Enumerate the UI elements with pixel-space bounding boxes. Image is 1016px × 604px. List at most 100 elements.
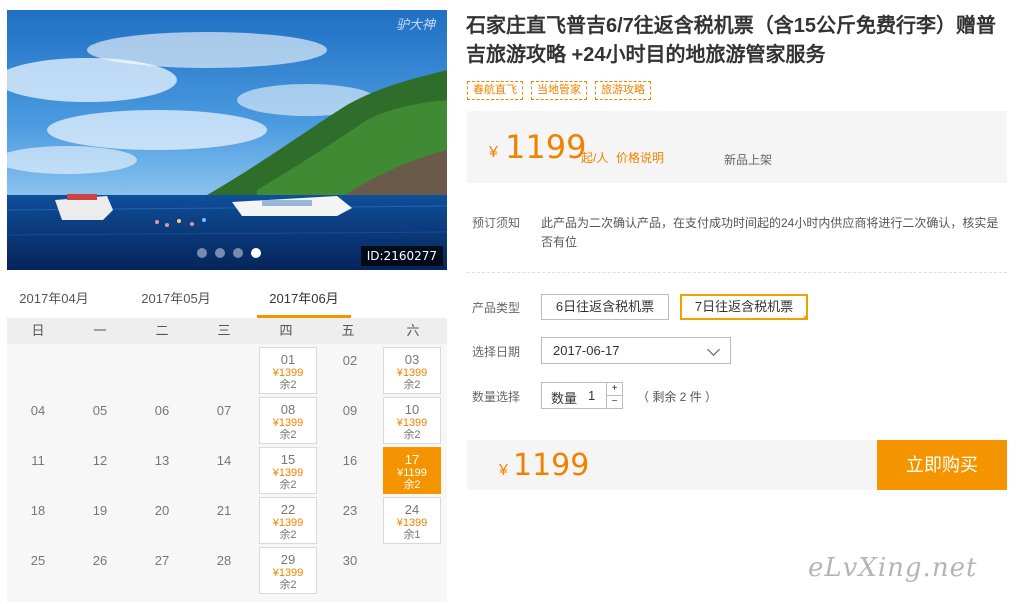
day-number: 01 <box>280 352 296 367</box>
day-number: 13 <box>154 453 170 468</box>
day-number: 27 <box>154 553 170 568</box>
day-number: 21 <box>216 503 232 518</box>
calendar-day-available[interactable]: 15 ¥1399 余2 <box>259 447 317 494</box>
calendar-day-available[interactable]: 01 ¥1399 余2 <box>259 347 317 394</box>
quantity-increase-button[interactable]: + <box>606 383 622 396</box>
day-remaining: 余2 <box>279 379 297 391</box>
calendar-day: 14 <box>195 447 253 494</box>
weekday-sun: 日 <box>31 323 45 338</box>
calendar-day: 12 <box>71 447 129 494</box>
day-remaining: 余2 <box>279 529 297 541</box>
new-product-badge: 新品上架 <box>724 153 773 167</box>
month-tab-april[interactable]: 2017年04月 <box>7 284 101 318</box>
price-unit: 起/人 <box>581 151 609 165</box>
price-currency: ¥ <box>489 144 498 161</box>
product-id-badge: ID:2160277 <box>360 246 443 266</box>
calendar-day: 09 <box>321 397 379 444</box>
checkout-bar: ¥ 1199 <box>467 440 877 490</box>
carousel-dot[interactable] <box>233 248 243 258</box>
day-number: 09 <box>342 403 358 418</box>
weekday-tue: 二 <box>155 323 169 338</box>
calendar-day: 04 <box>9 397 67 444</box>
day-number: 10 <box>404 402 420 417</box>
calendar-day: 25 <box>9 547 67 594</box>
calendar-day: 13 <box>133 447 191 494</box>
month-tab-may[interactable]: 2017年05月 <box>129 284 223 318</box>
date-select[interactable]: 2017-06-17 <box>541 337 731 364</box>
calendar-day-available[interactable]: 22 ¥1399 余2 <box>259 497 317 544</box>
day-price: ¥1399 <box>272 417 304 429</box>
day-price: ¥1399 <box>272 567 304 579</box>
calendar-day: 06 <box>133 397 191 444</box>
section-divider <box>467 272 1007 273</box>
product-type-6day-option[interactable]: 6日往返含税机票 <box>541 294 669 320</box>
price-box: ¥ 1199 起/人 价格说明 新品上架 <box>467 111 1007 183</box>
remaining-stock: （ 剩余 2 件 ） <box>637 390 718 404</box>
carousel-dots <box>197 248 261 258</box>
month-tab-june[interactable]: 2017年06月 <box>257 284 351 318</box>
day-remaining: 余2 <box>279 429 297 441</box>
day-number: 12 <box>92 453 108 468</box>
calendar-day-available[interactable]: 10 ¥1399 余2 <box>383 397 441 444</box>
day-price: ¥1399 <box>396 417 428 429</box>
carousel-dot-active[interactable] <box>251 248 261 258</box>
calendar-day-available[interactable]: 29 ¥1399 余2 <box>259 547 317 594</box>
day-price: ¥1399 <box>272 467 304 479</box>
calendar-day-selected[interactable]: 17 ¥1199 余2 <box>383 447 441 494</box>
calendar-day-available[interactable]: 08 ¥1399 余2 <box>259 397 317 444</box>
calendar-day: 23 <box>321 497 379 544</box>
weekday-sat: 六 <box>406 323 420 338</box>
tag-direct-flight: 春航直飞 <box>467 81 523 100</box>
product-tags: 春航直飞 当地管家 旅游攻略 <box>467 81 651 100</box>
price-amount: 1199 <box>505 128 587 166</box>
calendar-day-available[interactable]: 03 ¥1399 余2 <box>383 347 441 394</box>
day-number: 06 <box>154 403 170 418</box>
day-price: ¥1399 <box>396 367 428 379</box>
buy-now-button[interactable]: 立即购买 <box>877 440 1007 490</box>
quantity-stepper: 数量 1 + − <box>541 382 623 409</box>
day-number: 19 <box>92 503 108 518</box>
month-tabs: 2017年04月 2017年05月 2017年06月 <box>7 284 447 318</box>
calendar-day: 20 <box>133 497 191 544</box>
calendar-day-available[interactable]: 24 ¥1399 余1 <box>383 497 441 544</box>
quantity-decrease-button[interactable]: − <box>606 396 622 409</box>
day-number: 30 <box>342 553 358 568</box>
hero-photo <box>7 10 447 270</box>
product-hero-image[interactable]: 驴大神 ID:2160277 <box>7 10 447 270</box>
calendar-day: 18 <box>9 497 67 544</box>
calendar-day: 07 <box>195 397 253 444</box>
day-number: 07 <box>216 403 232 418</box>
weekday-thu: 四 <box>279 323 293 338</box>
day-number: 02 <box>342 353 358 368</box>
carousel-dot[interactable] <box>197 248 207 258</box>
day-number: 22 <box>280 502 296 517</box>
quantity-prefix: 数量 <box>551 391 578 406</box>
product-type-7day-option[interactable]: 7日往返含税机票 <box>680 294 808 320</box>
weekday-header: 日 一 二 三 四 五 六 <box>7 318 447 344</box>
day-number: 14 <box>216 453 232 468</box>
calendar-day: 02 <box>321 347 379 394</box>
carousel-dot[interactable] <box>215 248 225 258</box>
quantity-value[interactable]: 1 <box>588 388 595 403</box>
departure-calendar: 日 一 二 三 四 五 六 01 ¥1399 余2 02 03 ¥1399 余2 04 05 06… <box>7 318 447 602</box>
day-number: 24 <box>404 502 420 517</box>
day-number: 25 <box>30 553 46 568</box>
day-number: 18 <box>30 503 46 518</box>
day-price: ¥1199 <box>397 467 427 479</box>
day-number: 28 <box>216 553 232 568</box>
calendar-day: 30 <box>321 547 379 594</box>
day-remaining: 余2 <box>403 429 421 441</box>
day-number: 04 <box>30 403 46 418</box>
calendar-day: 26 <box>71 547 129 594</box>
day-number: 16 <box>342 453 358 468</box>
day-number: 23 <box>342 503 358 518</box>
total-currency: ¥ <box>499 462 508 479</box>
price-explain-link[interactable]: 价格说明 <box>616 149 664 166</box>
day-remaining: 余2 <box>279 479 297 491</box>
day-number: 15 <box>280 452 296 467</box>
weekday-wed: 三 <box>217 323 231 338</box>
calendar-day: 16 <box>321 447 379 494</box>
tag-local-butler: 当地管家 <box>531 81 587 100</box>
date-select-value: 2017-06-17 <box>553 343 620 358</box>
day-number: 29 <box>280 552 296 567</box>
